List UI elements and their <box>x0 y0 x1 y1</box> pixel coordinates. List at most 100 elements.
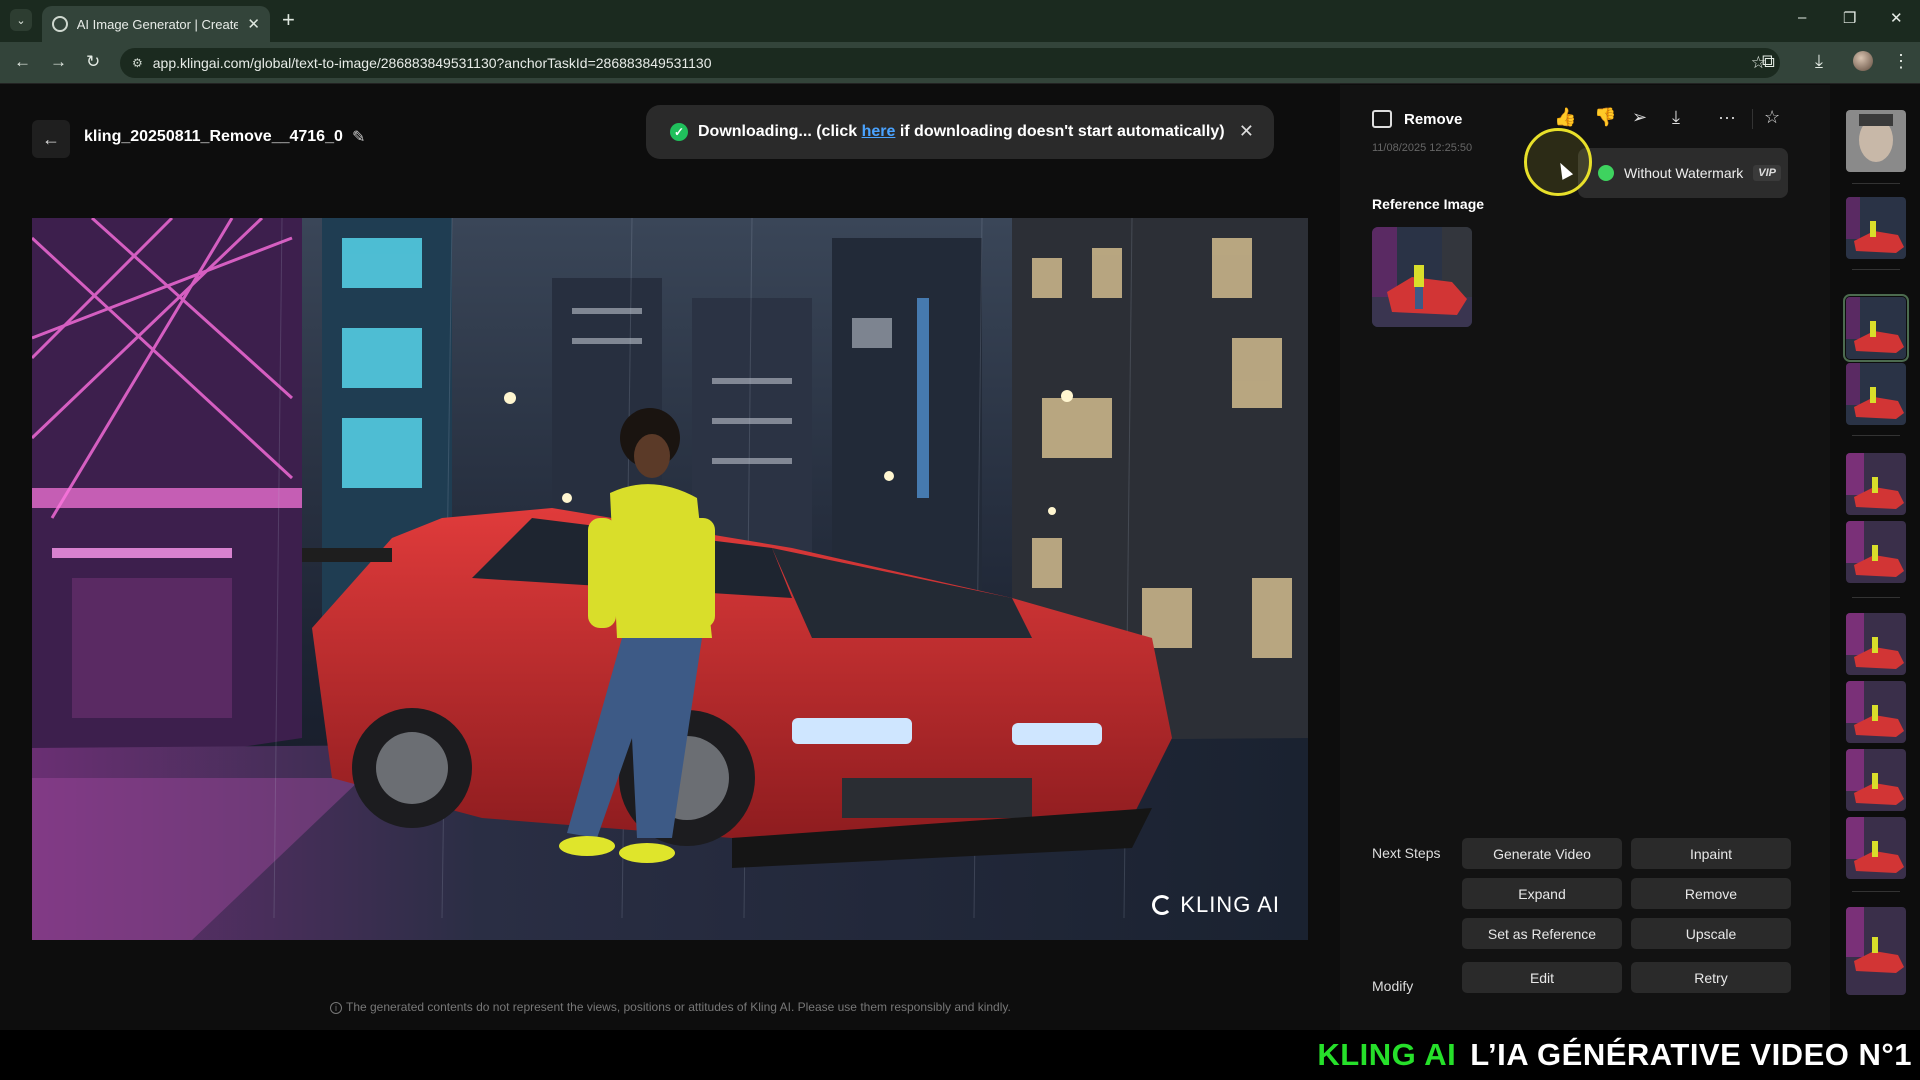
browser-tab-bar: ⌄ AI Image Generator | Create HD ✕ + – ❐… <box>0 0 1920 42</box>
divider <box>1752 109 1753 129</box>
banner-brand: KLING AI <box>1317 1037 1457 1072</box>
plus-icon[interactable]: + <box>282 8 295 32</box>
star-icon[interactable]: ☆ <box>1764 107 1780 128</box>
upscale-button[interactable]: Upscale <box>1631 918 1791 949</box>
more-icon[interactable]: ··· <box>1718 107 1736 128</box>
info-icon: i <box>330 1002 342 1014</box>
thumbs-down-icon[interactable]: 👎 <box>1594 107 1616 128</box>
next-steps-label: Next Steps <box>1372 845 1441 861</box>
tab-title: AI Image Generator | Create HD <box>76 16 239 32</box>
retry-button[interactable]: Retry <box>1631 962 1791 993</box>
thumbnail-art <box>1846 297 1906 359</box>
expand-button[interactable]: Expand <box>1462 878 1622 909</box>
without-watermark-option[interactable]: Without Watermark VIP <box>1578 148 1788 198</box>
kling-favicon-icon <box>52 16 68 32</box>
pencil-icon[interactable]: ✎ <box>352 127 365 147</box>
thumbnail-art <box>1846 817 1906 879</box>
browser-toolbar: ← → ↻ ⚙ app.klingai.com/global/text-to-i… <box>0 42 1920 84</box>
history-thumbnail[interactable] <box>1846 363 1906 425</box>
kling-watermark: KLING AI <box>1152 892 1280 918</box>
minimize-icon[interactable]: – <box>1798 9 1806 26</box>
download-toast: ✓ Downloading... (click here if download… <box>646 105 1274 159</box>
without-watermark-label: Without Watermark <box>1624 165 1744 181</box>
address-bar[interactable]: ⚙ app.klingai.com/global/text-to-image/2… <box>120 48 1780 78</box>
history-strip <box>1830 85 1920 1030</box>
image-icon <box>1372 110 1392 128</box>
share-icon[interactable]: ➢ <box>1632 107 1647 128</box>
thumbnail-art <box>1846 681 1906 743</box>
site-info-icon[interactable]: ⚙ <box>132 56 143 70</box>
thumbnail-art <box>1846 363 1906 425</box>
reload-icon[interactable]: ↻ <box>86 52 100 72</box>
reference-image-thumbnail[interactable] <box>1372 227 1472 327</box>
thumbs-up-icon[interactable]: 👍 <box>1554 107 1576 128</box>
thumbnail-art <box>1846 197 1906 259</box>
history-thumbnail[interactable] <box>1846 197 1906 259</box>
page-title: kling_20250811_Remove__4716_0 <box>84 128 343 145</box>
thumbnail-art <box>1846 453 1906 515</box>
download-here-link[interactable]: here <box>862 123 896 140</box>
disclaimer: i The generated contents do not represent… <box>330 1000 1011 1014</box>
history-thumbnail[interactable] <box>1846 613 1906 675</box>
disclaimer-text: The generated contents do not represent … <box>346 1000 1011 1014</box>
url-text[interactable]: app.klingai.com/global/text-to-image/286… <box>153 55 712 71</box>
history-thumbnail[interactable] <box>1846 749 1906 811</box>
panel-title: Remove <box>1404 111 1463 128</box>
generated-image[interactable]: KLING AI <box>32 218 1308 940</box>
history-divider <box>1852 435 1900 436</box>
history-thumbnail[interactable] <box>1846 110 1906 172</box>
chevron-down-icon: ⌄ <box>16 14 26 27</box>
restore-icon[interactable]: ❐ <box>1843 9 1856 27</box>
timestamp: 11/08/2025 12:25:50 <box>1372 142 1473 154</box>
banner-text: L’IA GÉNÉRATIVE VIDEO N°1 <box>1470 1037 1912 1072</box>
remove-button[interactable]: Remove <box>1631 878 1791 909</box>
details-panel: Remove 11/08/2025 12:25:50 👍 👎 ➢ ⤓ ··· ☆… <box>1340 85 1830 1030</box>
toggle-dot-icon <box>1598 165 1614 181</box>
promo-banner: KLING AI L’IA GÉNÉRATIVE VIDEO N°1 <box>0 1030 1920 1080</box>
history-thumbnail[interactable] <box>1846 907 1906 995</box>
reference-image-label: Reference Image <box>1372 196 1485 212</box>
history-thumbnail[interactable] <box>1846 521 1906 583</box>
thumbnail-art <box>1846 907 1906 995</box>
history-divider <box>1852 183 1900 184</box>
thumbnail-art <box>1846 613 1906 675</box>
history-thumbnail[interactable] <box>1846 681 1906 743</box>
tab-list-button[interactable]: ⌄ <box>10 9 32 31</box>
watermark-text: KLING AI <box>1180 892 1280 917</box>
vip-badge: VIP <box>1753 165 1782 181</box>
download-icon[interactable]: ⤓ <box>1815 51 1823 72</box>
image-scene <box>32 218 1308 940</box>
history-divider <box>1852 597 1900 598</box>
arrow-left-icon: ← <box>42 128 60 149</box>
history-thumbnail[interactable] <box>1846 817 1906 879</box>
modify-label: Modify <box>1372 978 1414 994</box>
history-thumbnail[interactable] <box>1846 453 1906 515</box>
inpaint-button[interactable]: Inpaint <box>1631 838 1791 869</box>
close-icon[interactable]: ✕ <box>247 15 260 33</box>
history-divider <box>1852 269 1900 270</box>
cursor-highlight <box>1524 128 1592 196</box>
thumbnail-art <box>1846 749 1906 811</box>
history-thumbnail-selected[interactable] <box>1843 294 1909 362</box>
check-circle-icon: ✓ <box>670 123 688 141</box>
toast-message: Downloading... (click here if downloadin… <box>698 123 1225 141</box>
close-icon[interactable]: ✕ <box>1239 121 1254 142</box>
toast-prefix: Downloading... (click <box>698 123 862 140</box>
set-as-reference-button[interactable]: Set as Reference <box>1462 918 1622 949</box>
back-button[interactable]: ← <box>32 120 70 158</box>
kling-logo-icon <box>1152 895 1173 915</box>
arrow-right-icon[interactable]: → <box>50 52 67 72</box>
download-icon[interactable]: ⤓ <box>1672 107 1680 128</box>
kebab-icon[interactable]: ⋮ <box>1892 51 1910 72</box>
puzzle-icon[interactable]: ⧉ <box>1762 51 1775 72</box>
toast-suffix: if downloading doesn't start automatical… <box>895 123 1225 140</box>
thumbnail-art <box>1846 521 1906 583</box>
arrow-left-icon[interactable]: ← <box>14 52 31 72</box>
generate-video-button[interactable]: Generate Video <box>1462 838 1622 869</box>
window-close-icon[interactable]: ✕ <box>1890 9 1903 27</box>
browser-tab[interactable]: AI Image Generator | Create HD ✕ <box>42 6 270 42</box>
edit-button[interactable]: Edit <box>1462 962 1622 993</box>
history-divider <box>1852 891 1900 892</box>
profile-avatar[interactable] <box>1853 51 1873 71</box>
portrait-thumbnail-art <box>1846 110 1906 172</box>
